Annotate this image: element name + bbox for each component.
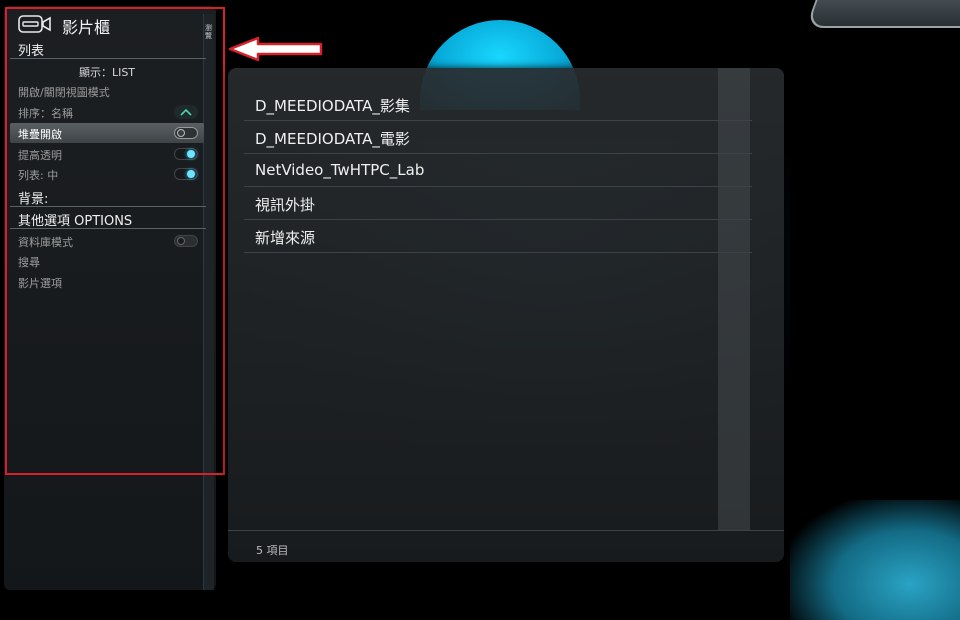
list-item-label: D_MEEDIODATA_電影 <box>255 130 410 148</box>
list-item[interactable]: NetVideo_TwHTPC_Lab <box>244 154 752 187</box>
annotation-highlight-box <box>5 7 225 475</box>
list-item[interactable]: 新增來源 <box>244 220 752 253</box>
list-footer-divider <box>228 530 784 531</box>
annotation-arrow-icon <box>228 36 324 66</box>
list-item[interactable]: D_MEEDIODATA_影集 <box>244 88 752 121</box>
item-count-label: 5 項目 <box>256 544 289 557</box>
list-item[interactable]: 視訊外掛 <box>244 187 752 220</box>
list-item[interactable]: D_MEEDIODATA_電影 <box>244 121 752 154</box>
list-item-label: 新增來源 <box>255 229 316 247</box>
list-item-label: NetVideo_TwHTPC_Lab <box>255 161 425 179</box>
list-item-label: D_MEEDIODATA_影集 <box>255 97 410 115</box>
background-bottom-glow <box>790 500 960 620</box>
background-top-right-bar <box>805 0 960 28</box>
list-item-label: 視訊外掛 <box>255 196 316 214</box>
